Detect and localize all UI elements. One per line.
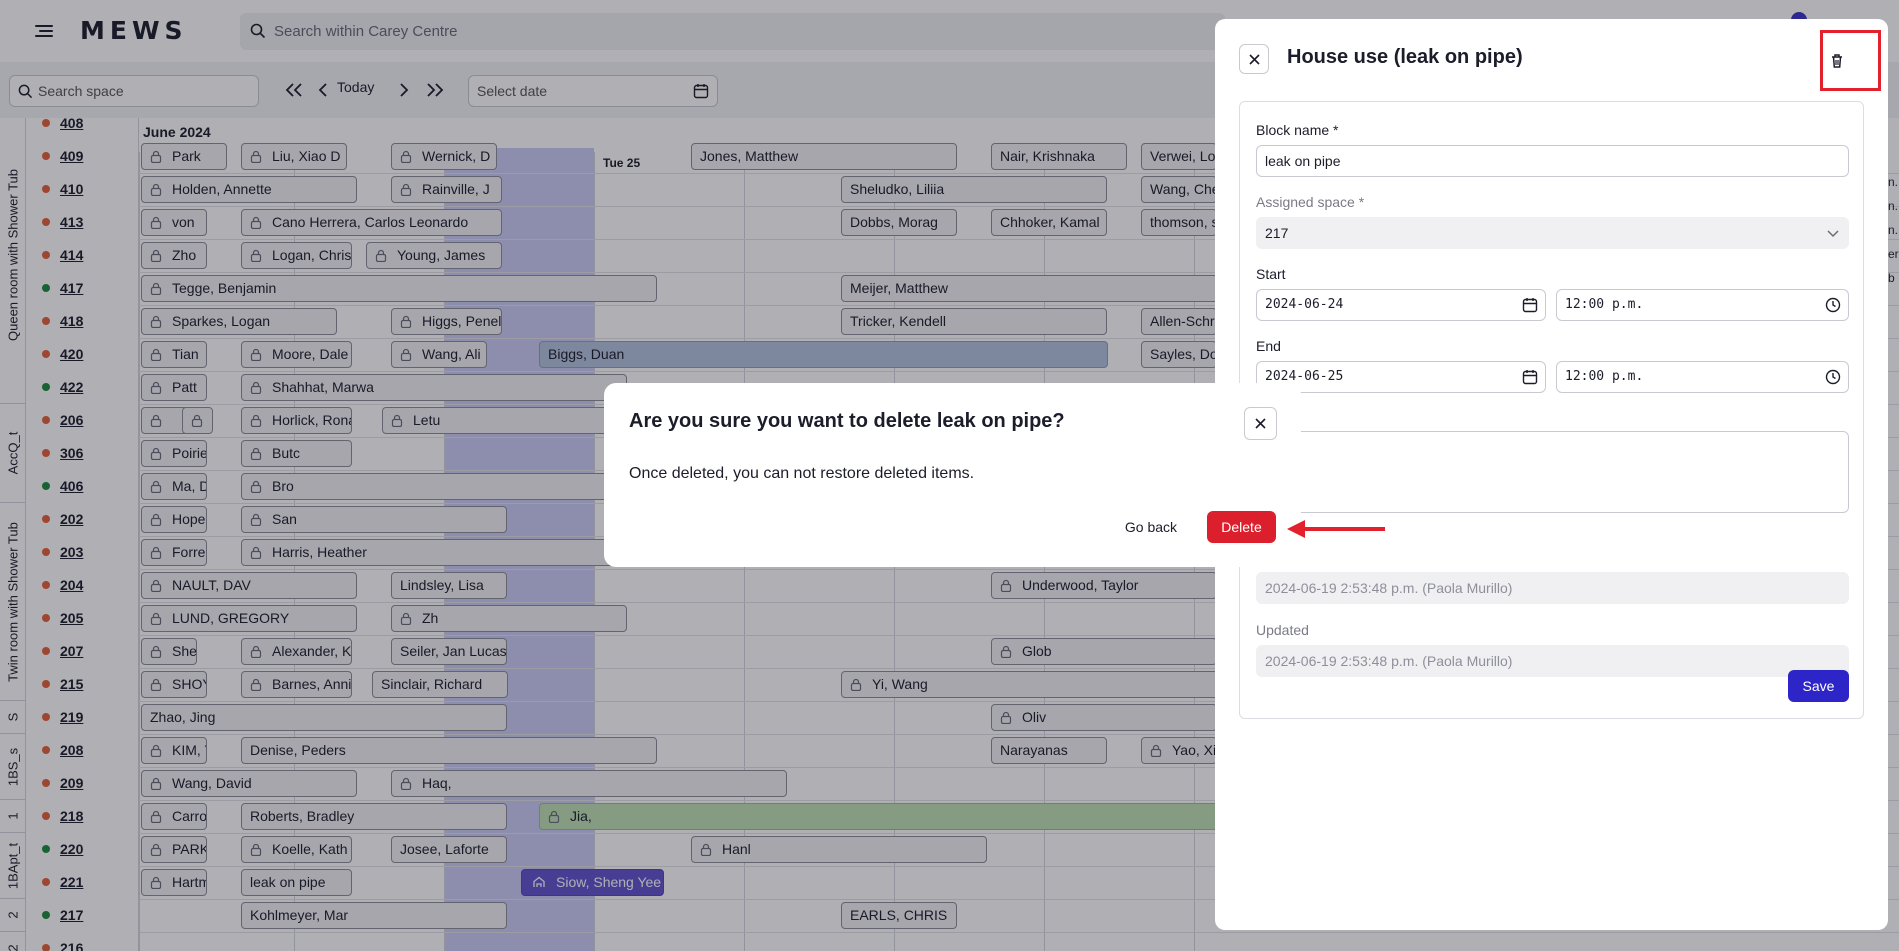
updated-field: 2024-06-19 2:53:48 p.m. (Paola Murillo)	[1256, 645, 1849, 677]
block-name-label: Block name *	[1256, 122, 1339, 138]
end-date-input[interactable]: 2024-06-25	[1256, 361, 1546, 393]
delete-button[interactable]: Delete	[1207, 511, 1276, 543]
assigned-space-label: Assigned space *	[1256, 194, 1365, 210]
chevron-down-icon	[1827, 230, 1839, 238]
delete-confirm-dialog: Are you sure you want to delete leak on …	[604, 383, 1301, 567]
house-use-panel: House use (leak on pipe) Block name * le…	[1215, 19, 1888, 930]
start-time-value: 12:00 p.m.	[1565, 297, 1644, 312]
end-label: End	[1256, 338, 1281, 354]
end-time-value: 12:00 p.m.	[1565, 369, 1644, 384]
close-icon	[1255, 418, 1266, 429]
dialog-message: Once deleted, you can not restore delete…	[629, 465, 975, 482]
dialog-close-button[interactable]	[1244, 407, 1277, 440]
background-text-strip: n. n. n. er b	[1888, 170, 1899, 290]
end-date-value: 2024-06-25	[1265, 369, 1344, 384]
clock-icon	[1825, 369, 1841, 385]
close-icon	[1249, 54, 1260, 65]
background-text-fragment: n.	[1888, 199, 1899, 213]
start-date-value: 2024-06-24	[1265, 297, 1344, 312]
calendar-icon	[1522, 298, 1538, 313]
save-button[interactable]: Save	[1788, 670, 1849, 702]
panel-title: House use (leak on pipe)	[1287, 46, 1523, 68]
calendar-icon	[1522, 370, 1538, 385]
panel-close-button[interactable]	[1239, 44, 1269, 74]
background-text-fragment: er	[1888, 247, 1899, 261]
start-label: Start	[1256, 266, 1286, 282]
assigned-space-value: 217	[1265, 225, 1289, 241]
start-date-input[interactable]: 2024-06-24	[1256, 289, 1546, 321]
background-text-fragment: n.	[1888, 223, 1899, 237]
go-back-button[interactable]: Go back	[1113, 514, 1189, 540]
block-name-input[interactable]: leak on pipe	[1256, 145, 1849, 177]
trash-highlight-box	[1820, 30, 1881, 91]
updated-label: Updated	[1256, 622, 1309, 638]
created-field: 2024-06-19 2:53:48 p.m. (Paola Murillo)	[1256, 572, 1849, 604]
end-time-input[interactable]: 12:00 p.m.	[1556, 361, 1849, 393]
clock-icon	[1825, 297, 1841, 313]
block-form: Block name * leak on pipe Assigned space…	[1239, 101, 1864, 719]
dialog-title: Are you sure you want to delete leak on …	[629, 410, 1065, 432]
assigned-space-select[interactable]: 217	[1256, 217, 1849, 249]
background-text-fragment: b	[1888, 271, 1895, 285]
background-text-fragment: n.	[1888, 175, 1899, 189]
notes-textarea[interactable]	[1256, 431, 1849, 513]
start-time-input[interactable]: 12:00 p.m.	[1556, 289, 1849, 321]
arrow-annotation-icon	[1287, 520, 1385, 538]
